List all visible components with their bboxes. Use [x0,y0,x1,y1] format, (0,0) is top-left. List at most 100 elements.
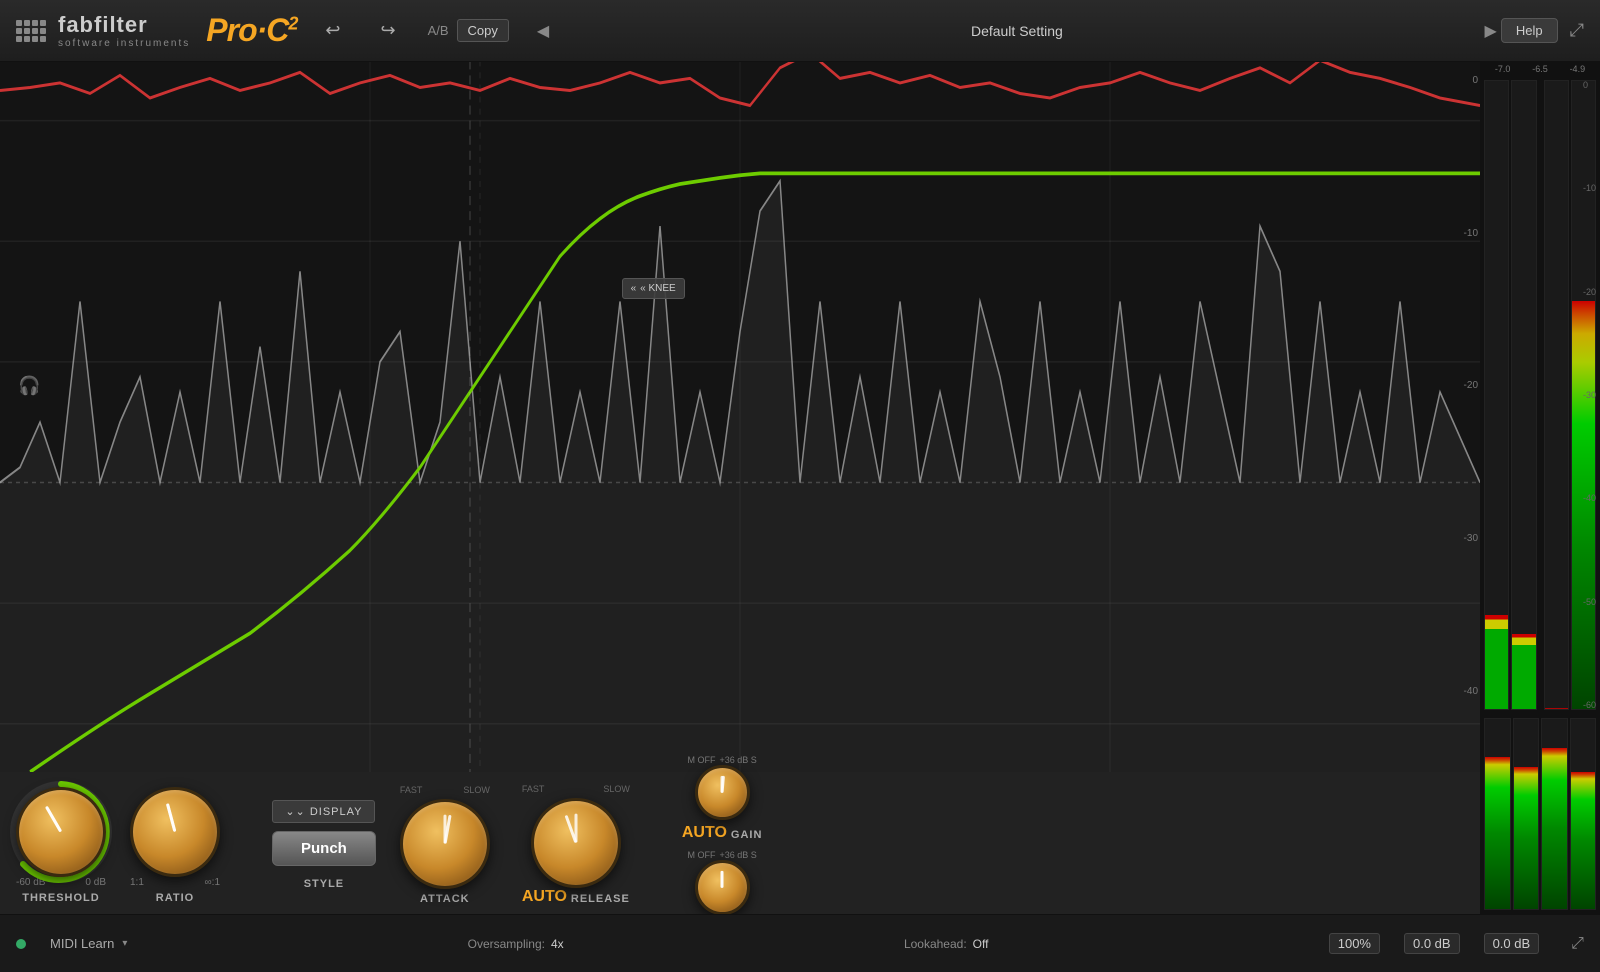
attack-group: FAST SLOW ATTACK [400,785,490,905]
status-bar: MIDI Learn ▾ Oversampling: 4x Lookahead:… [0,914,1600,972]
expand-button[interactable]: ⤢ [1570,20,1584,41]
lookahead-status-value[interactable]: Off [973,937,989,951]
release-label: RELEASE [571,893,630,905]
db-40: -40 [1583,493,1596,503]
db-0: 0 [1583,80,1596,90]
gain-range-labels: M OFF +36 dB S [687,755,756,765]
db-50: -50 [1583,597,1596,607]
vu-label-3: -4.9 [1570,64,1586,74]
oversampling-item: Oversampling: 4x [468,937,564,951]
ab-section: A/B Copy [428,19,509,42]
punch-button[interactable]: Punch [272,831,376,866]
threshold-group: -60 dB 0 dB THRESHOLD [16,787,106,904]
attack-fast: FAST [400,785,423,795]
db-reading-1: 0.0 dB [1404,933,1460,954]
vu-top-labels: -7.0 -6.5 -4.9 [1480,62,1600,76]
db-60: -60 [1583,700,1596,710]
auto-gain-knob[interactable] [695,765,750,820]
ratio-range: 1:1 ∞:1 [130,877,220,888]
threshold-knob[interactable] [16,787,106,877]
midi-dropdown-arrow: ▾ [122,938,127,949]
dry-knob[interactable] [695,860,750,915]
toolbar-center: ↩ ↪ A/B Copy ◀ Default Setting ▶ [317,16,1500,45]
release-fast: FAST [522,784,545,794]
status-indicator [16,939,26,949]
threshold-label: THRESHOLD [22,892,99,904]
vu-bar-l1 [1484,80,1509,710]
attack-fast-slow: FAST SLOW [400,785,490,795]
auto-gain-group: M OFF +36 dB S AUTO GAIN M OFF +36 dB S … [682,755,763,935]
db-10: -10 [1583,183,1596,193]
knee-handle[interactable]: « « KNEE [622,278,685,299]
prev-preset-button[interactable]: ◀ [533,17,553,45]
logo-area: fabfilter software instruments [58,12,190,49]
auto-gain-label-row: AUTO GAIN [682,824,763,842]
help-button[interactable]: Help [1501,18,1558,43]
threshold-range: -60 dB 0 dB [16,877,106,888]
copy-button[interactable]: Copy [457,19,509,42]
next-preset-button[interactable]: ▶ [1481,17,1501,45]
vu-bars-container: 0 -10 -20 -30 -40 -50 -60 [1480,76,1600,714]
dry-range-labels: M OFF +36 dB S [687,850,756,860]
vu-label-1: -7.0 [1495,64,1511,74]
brand-name: fabfilter [58,12,190,38]
gr-meter-3 [1541,718,1568,910]
product-title: Pro·C2 [206,12,297,48]
release-auto: AUTO [522,888,567,906]
display-button[interactable]: ⌄⌄ DISPLAY [272,800,375,823]
waveform-svg [0,0,1480,772]
graph-area: « « KNEE 🎧 0 -10 -20 -30 -40 [0,0,1480,772]
ratio-label: RATIO [156,892,194,904]
db-reading-2: 0.0 dB [1484,933,1540,954]
gain-min: M OFF [687,755,715,765]
dry-max: +36 dB S [719,850,756,860]
attack-label: ATTACK [420,893,470,905]
gain-max: +36 dB S [719,755,756,765]
fabfilter-logo-grid [16,20,46,42]
db-20: -20 [1583,287,1596,297]
ratio-group: 1:1 ∞:1 RATIO [130,787,220,904]
release-auto-label-row: AUTO RELEASE [522,888,630,906]
auto-gain-auto: AUTO [682,824,727,842]
vu-bar-r1 [1544,80,1569,710]
ratio-knob[interactable] [130,787,220,877]
vu-column-left [1484,80,1537,710]
vu-label-2: -6.5 [1532,64,1548,74]
release-group: FAST SLOW AUTO RELEASE [522,784,630,906]
resize-handle[interactable]: ⤢ [1571,935,1584,953]
attack-slow: SLOW [463,785,490,795]
headphone-icon[interactable]: 🎧 [18,376,40,397]
release-fast-slow: FAST SLOW [522,784,630,794]
release-slow: SLOW [603,784,630,794]
attack-knob[interactable] [400,799,490,889]
style-label: STYLE [304,878,344,890]
auto-gain-label: GAIN [731,829,763,841]
title-bar: fabfilter software instruments Pro·C2 ↩ … [0,0,1600,62]
zoom-level[interactable]: 100% [1329,933,1380,954]
lookahead-item: Lookahead: Off [904,937,989,951]
threshold-min: -60 dB [16,877,45,888]
knob-row: -60 dB 0 dB THRESHOLD 1:1 ∞:1 RATIO ⌄⌄ D… [16,780,1464,910]
gain-reduction-meters [1480,714,1600,914]
ratio-min: 1:1 [130,877,144,888]
preset-section: Default Setting [577,23,1456,39]
knee-label: « KNEE [640,283,676,294]
threshold-max: 0 dB [85,877,106,888]
release-knob[interactable] [531,798,621,888]
style-group: ⌄⌄ DISPLAY Punch STYLE [272,800,376,890]
gr-meter-1 [1484,718,1511,910]
gr-meter-4 [1570,718,1597,910]
ab-label: A/B [428,23,449,38]
redo-button[interactable]: ↪ [372,16,403,45]
vu-meters-panel: -7.0 -6.5 -4.9 0 -10 -20 -30 [1480,62,1600,914]
midi-learn-button[interactable]: MIDI Learn ▾ [50,936,127,951]
preset-name: Default Setting [971,23,1063,39]
lookahead-status-label: Lookahead: [904,937,967,951]
db-30: -30 [1583,390,1596,400]
oversampling-value[interactable]: 4x [551,937,564,951]
db-scale-right: 0 -10 -20 -30 -40 -50 -60 [1585,76,1598,714]
midi-learn-label: MIDI Learn [50,936,114,951]
ratio-max: ∞:1 [205,877,220,888]
undo-button[interactable]: ↩ [317,16,348,45]
vu-bar-l2 [1511,80,1536,710]
